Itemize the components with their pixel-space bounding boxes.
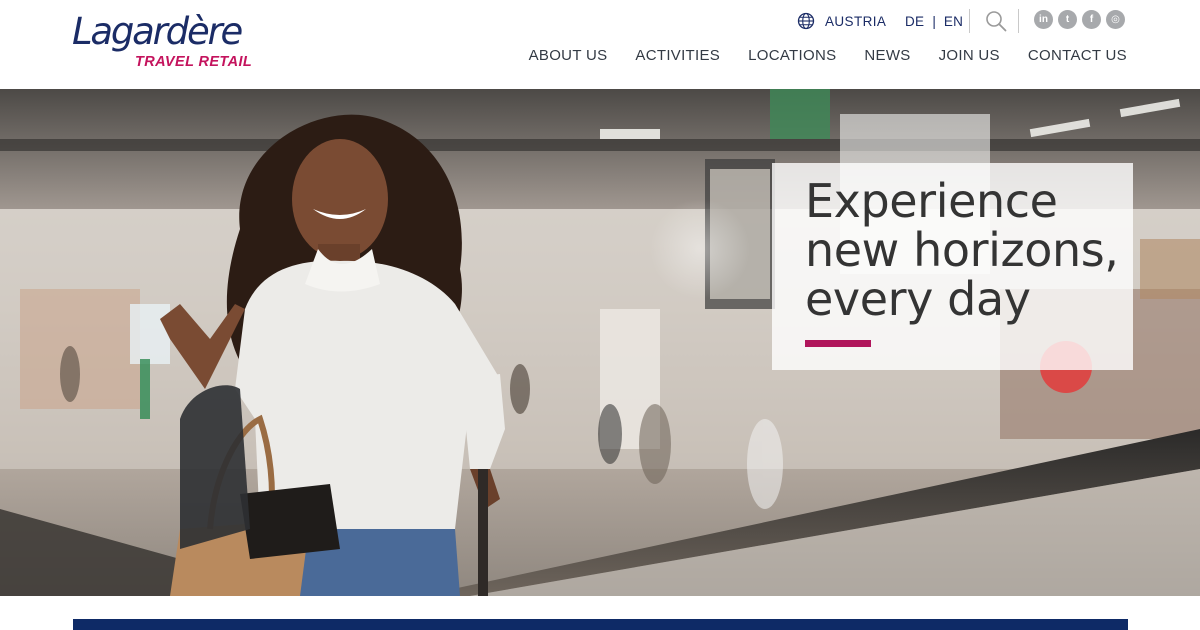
hero-headline-card: Experience new horizons, every day: [772, 163, 1133, 370]
facebook-icon[interactable]: f: [1082, 10, 1101, 29]
hero-title-line: every day: [805, 272, 1031, 326]
hero-banner: Experience new horizons, every day: [0, 89, 1200, 596]
linkedin-icon[interactable]: in: [1034, 10, 1053, 29]
hero-title-line: new horizons,: [805, 223, 1119, 277]
twitter-icon[interactable]: t: [1058, 10, 1077, 29]
divider: [969, 9, 970, 33]
section-banner: [73, 619, 1128, 630]
lang-de-link[interactable]: DE: [905, 14, 924, 29]
nav-join-us[interactable]: JOIN US: [939, 46, 1000, 66]
content-section: [0, 596, 1200, 630]
globe-icon: [797, 12, 815, 30]
divider: [1018, 9, 1019, 33]
hero-title: Experience new horizons, every day: [805, 177, 1125, 324]
nav-activities[interactable]: ACTIVITIES: [635, 46, 720, 66]
nav-about-us[interactable]: ABOUT US: [529, 46, 608, 66]
lang-en-link[interactable]: EN: [944, 14, 963, 29]
lang-separator: |: [932, 13, 936, 29]
site-header: Lagardère TRAVEL RETAIL AUSTRIA DE | EN …: [0, 0, 1200, 89]
instagram-icon[interactable]: ◎: [1106, 10, 1125, 29]
nav-locations[interactable]: LOCATIONS: [748, 46, 836, 66]
nav-contact-us[interactable]: CONTACT US: [1028, 46, 1127, 66]
logo-wordmark: Lagardère: [72, 10, 243, 53]
hero-title-line: Experience: [805, 174, 1058, 228]
country-selector[interactable]: AUSTRIA: [797, 8, 886, 34]
language-switcher: DE | EN: [905, 8, 963, 34]
main-nav: ABOUT US ACTIVITIES LOCATIONS NEWS JOIN …: [501, 46, 1127, 66]
search-icon[interactable]: [985, 10, 1007, 32]
country-label: AUSTRIA: [825, 13, 887, 29]
logo-tagline: TRAVEL RETAIL: [135, 54, 253, 70]
lagardere-logo[interactable]: Lagardère TRAVEL RETAIL: [72, 10, 252, 72]
nav-news[interactable]: NEWS: [864, 46, 910, 66]
hero-accent-bar: [805, 340, 871, 347]
social-links: in t f ◎: [1034, 10, 1125, 29]
